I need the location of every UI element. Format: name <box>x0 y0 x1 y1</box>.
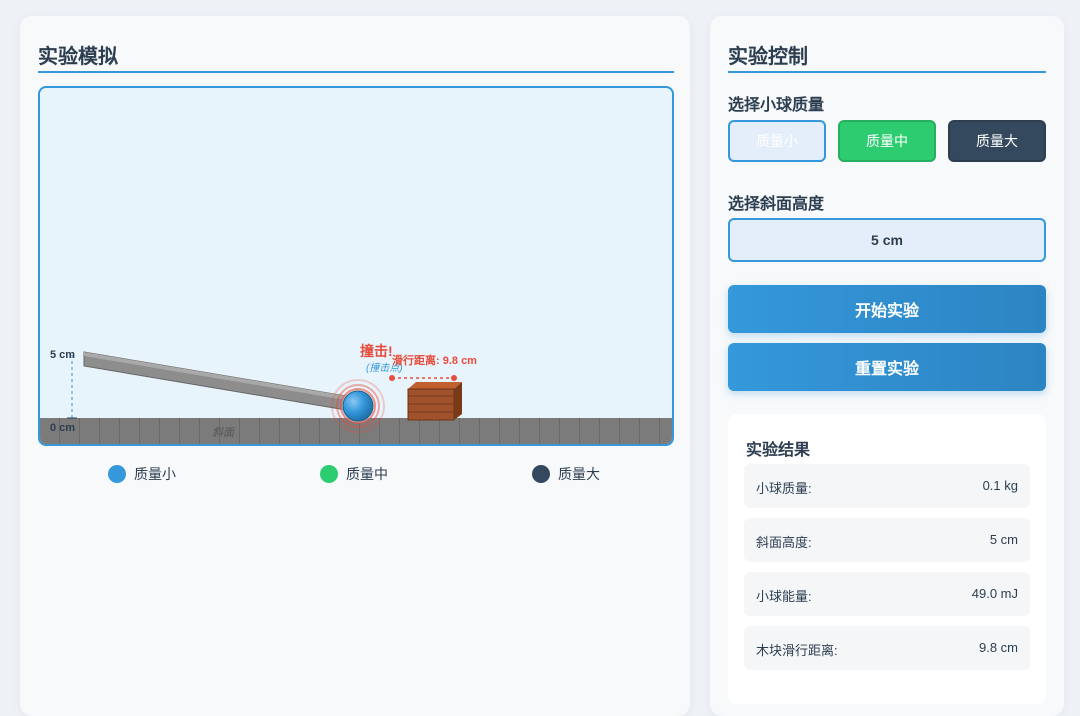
result-row-mass: 小球质量: 0.1 kg <box>744 464 1030 508</box>
simulation-scene: 5 cm 0 cm 斜面 撞击! (撞击点) 滑行距离: 9.8 cm <box>50 343 477 439</box>
start-experiment-button[interactable]: 开始实验 <box>728 285 1046 333</box>
result-value: 5 cm <box>989 532 1018 547</box>
control-title-divider <box>728 71 1046 73</box>
control-panel: 实验控制 选择小球质量 质量小 质量中 质量大 选择斜面高度 5 cm 开始实验… <box>710 16 1064 716</box>
mass-legend: 质量小 质量中 质量大 <box>108 464 628 488</box>
reset-experiment-button[interactable]: 重置实验 <box>728 343 1046 391</box>
result-key: 小球能量: <box>756 589 812 604</box>
title-divider <box>38 71 674 73</box>
slide-distance-label: 滑行距离: 9.8 cm <box>392 353 477 367</box>
ramp-top <box>84 352 358 402</box>
legend-label-small: 质量小 <box>134 466 176 482</box>
legend-dot-large <box>532 465 550 483</box>
ramp-label: 斜面 <box>212 426 236 439</box>
result-key: 斜面高度: <box>756 535 812 550</box>
legend-item-large: 质量大 <box>532 464 600 484</box>
legend-label-large: 质量大 <box>558 466 600 482</box>
mass-medium-button[interactable]: 质量中 <box>838 120 936 162</box>
legend-label-medium: 质量中 <box>346 466 388 482</box>
results-title: 实验结果 <box>746 442 811 459</box>
result-row-energy: 小球能量: 49.0 mJ <box>744 572 1030 616</box>
legend-dot-medium <box>320 465 338 483</box>
slide-end-dot <box>451 375 457 381</box>
control-title: 实验控制 <box>728 46 808 68</box>
height-top-label: 5 cm <box>50 349 75 361</box>
results-card: 实验结果 小球质量: 0.1 kg 斜面高度: 5 cm 小球能量: 49.0 … <box>728 414 1046 704</box>
impact-label: 撞击! <box>360 343 393 359</box>
mass-small-button[interactable]: 质量小 <box>728 120 826 162</box>
result-row-distance: 木块滑行距离: 9.8 cm <box>744 626 1030 670</box>
legend-dot-small <box>108 465 126 483</box>
result-key: 小球质量: <box>756 481 812 496</box>
result-key: 木块滑行距离: <box>756 643 838 658</box>
slide-start-dot <box>389 375 395 381</box>
height-bottom-label: 0 cm <box>50 422 75 434</box>
mass-large-button[interactable]: 质量大 <box>948 120 1046 162</box>
simulation-panel: 实验模拟 5 cm 0 cm 斜面 撞击! (撞击点) 滑行距离: 9.8 cm… <box>20 16 690 716</box>
result-value: 0.1 kg <box>982 478 1018 493</box>
ball <box>342 390 374 422</box>
mass-select-label: 选择小球质量 <box>728 97 825 114</box>
simulation-canvas: 5 cm 0 cm 斜面 撞击! (撞击点) 滑行距离: 9.8 cm <box>38 86 674 446</box>
result-value: 9.8 cm <box>978 640 1018 655</box>
wood-block <box>407 388 455 421</box>
result-row-height: 斜面高度: 5 cm <box>744 518 1030 562</box>
block-top <box>408 382 462 389</box>
height-select-label: 选择斜面高度 <box>728 196 825 213</box>
legend-item-medium: 质量中 <box>320 464 388 484</box>
height-select[interactable]: 5 cm <box>728 218 1046 262</box>
result-value: 49.0 mJ <box>971 586 1018 601</box>
simulation-title: 实验模拟 <box>38 46 118 68</box>
legend-item-small: 质量小 <box>108 464 176 484</box>
